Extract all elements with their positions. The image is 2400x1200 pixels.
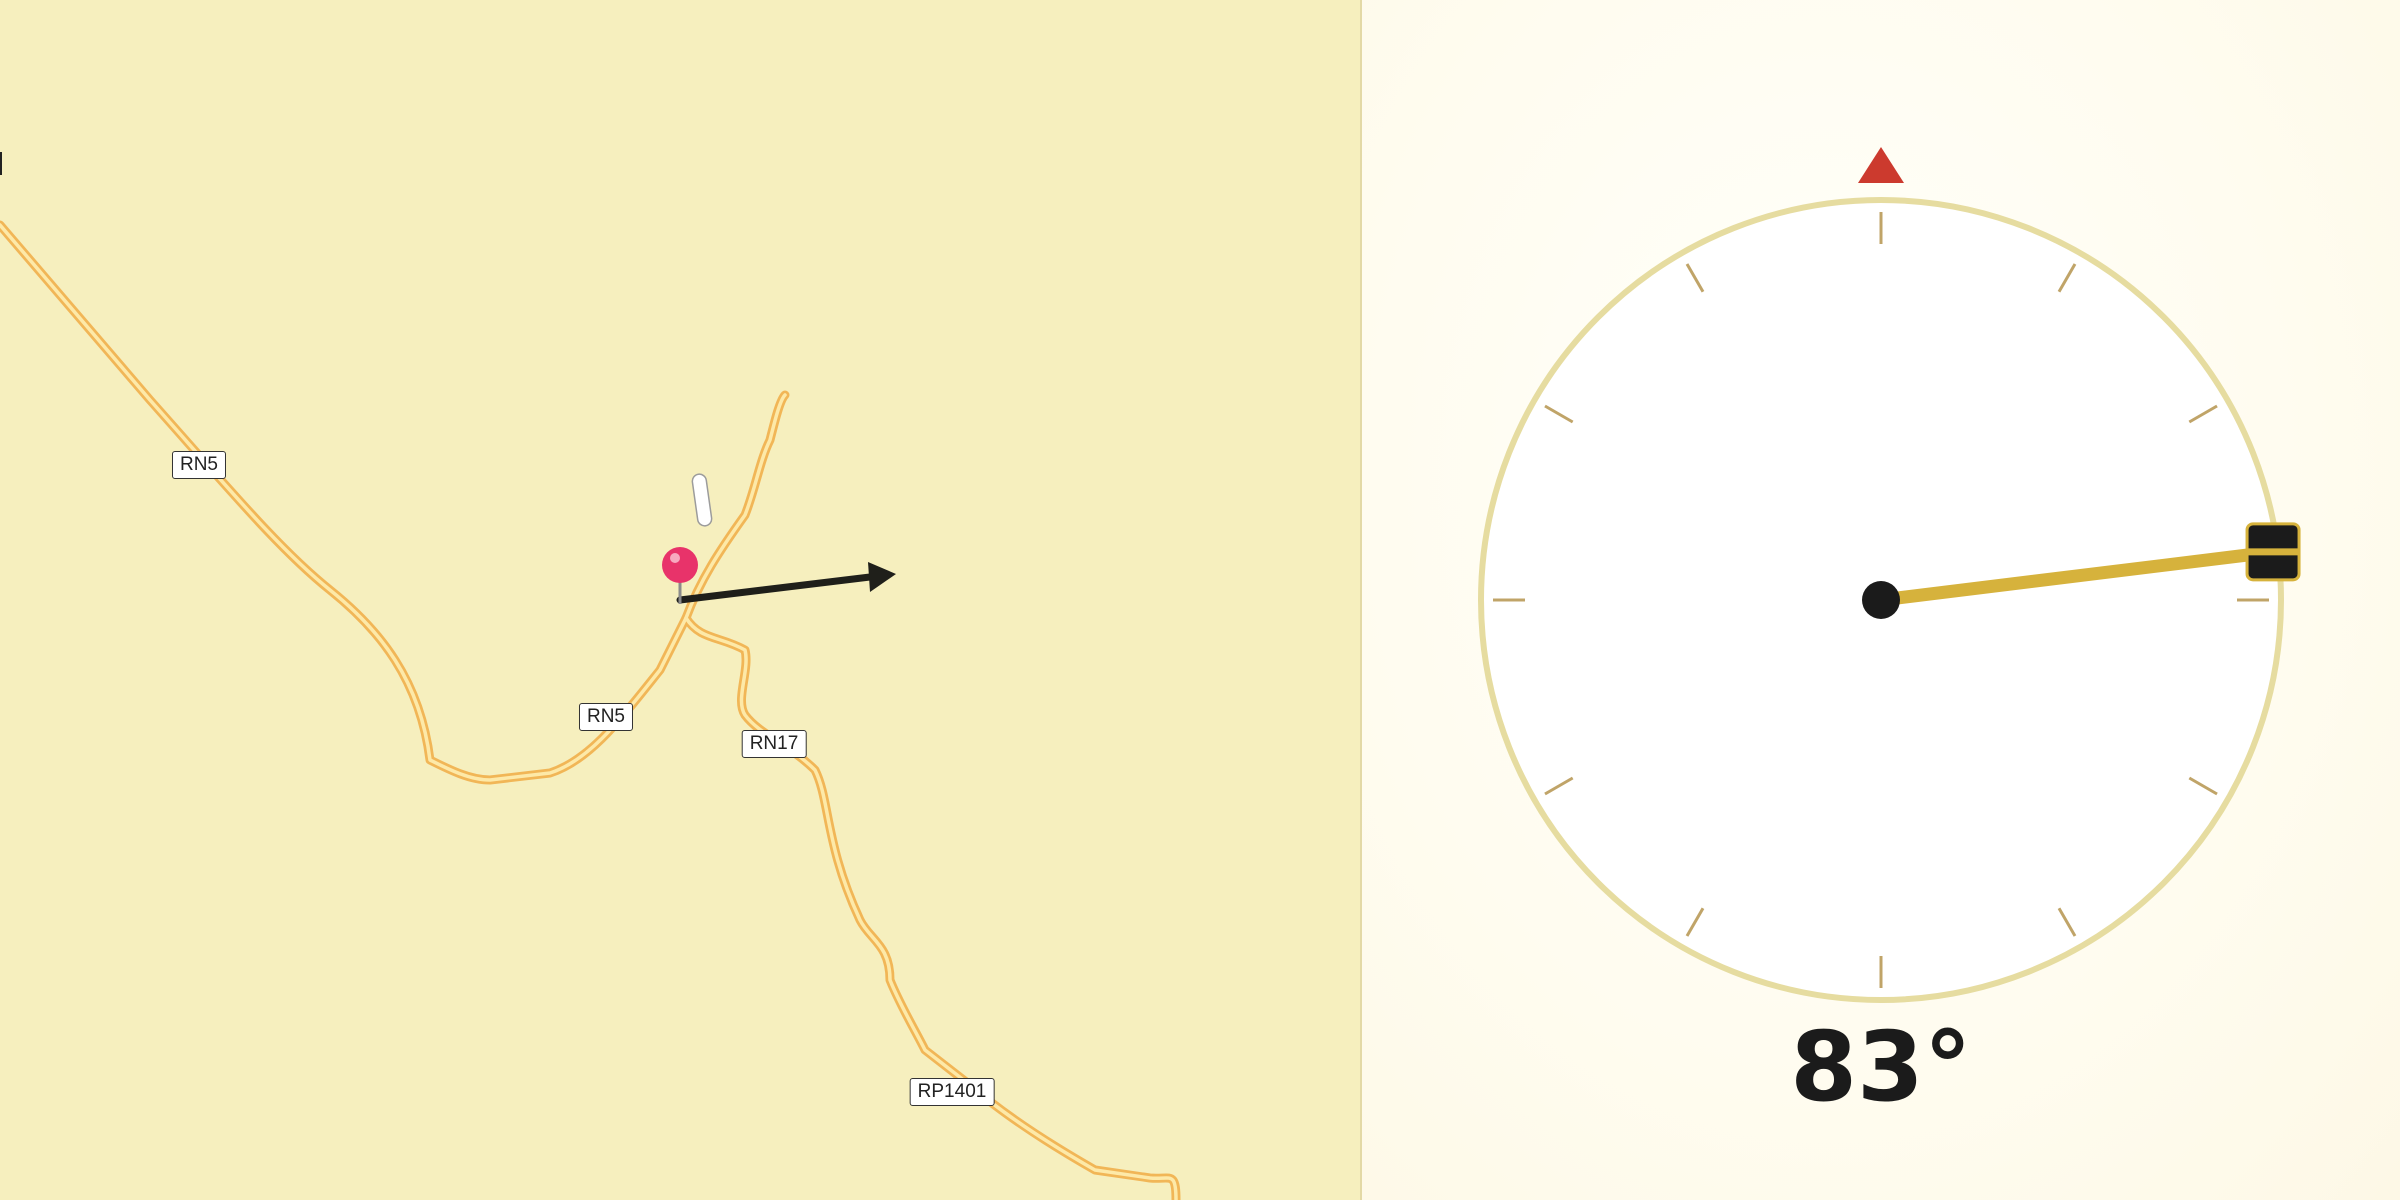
road-rn17: [681, 613, 1181, 1200]
road-label-rn5-south: RN5: [578, 703, 634, 731]
map-view[interactable]: RN5 RN5 RN17 RP1401: [0, 0, 1362, 1200]
road-rn5: [0, 220, 790, 785]
compass-hub: [1862, 581, 1900, 619]
road-label-rn17: RN17: [741, 730, 807, 758]
road-label-rp1401: RP1401: [909, 1078, 995, 1106]
compass-view: 83°: [1362, 0, 2400, 1200]
road-label-rn5-north: RN5: [171, 451, 227, 479]
map-canvas[interactable]: [0, 0, 1360, 1200]
north-triangle-icon: [1858, 147, 1904, 183]
bearing-readout: 83°: [1790, 1011, 1972, 1123]
map-feature-marker: [691, 473, 713, 527]
needle-handle-icon[interactable]: [2245, 522, 2301, 582]
